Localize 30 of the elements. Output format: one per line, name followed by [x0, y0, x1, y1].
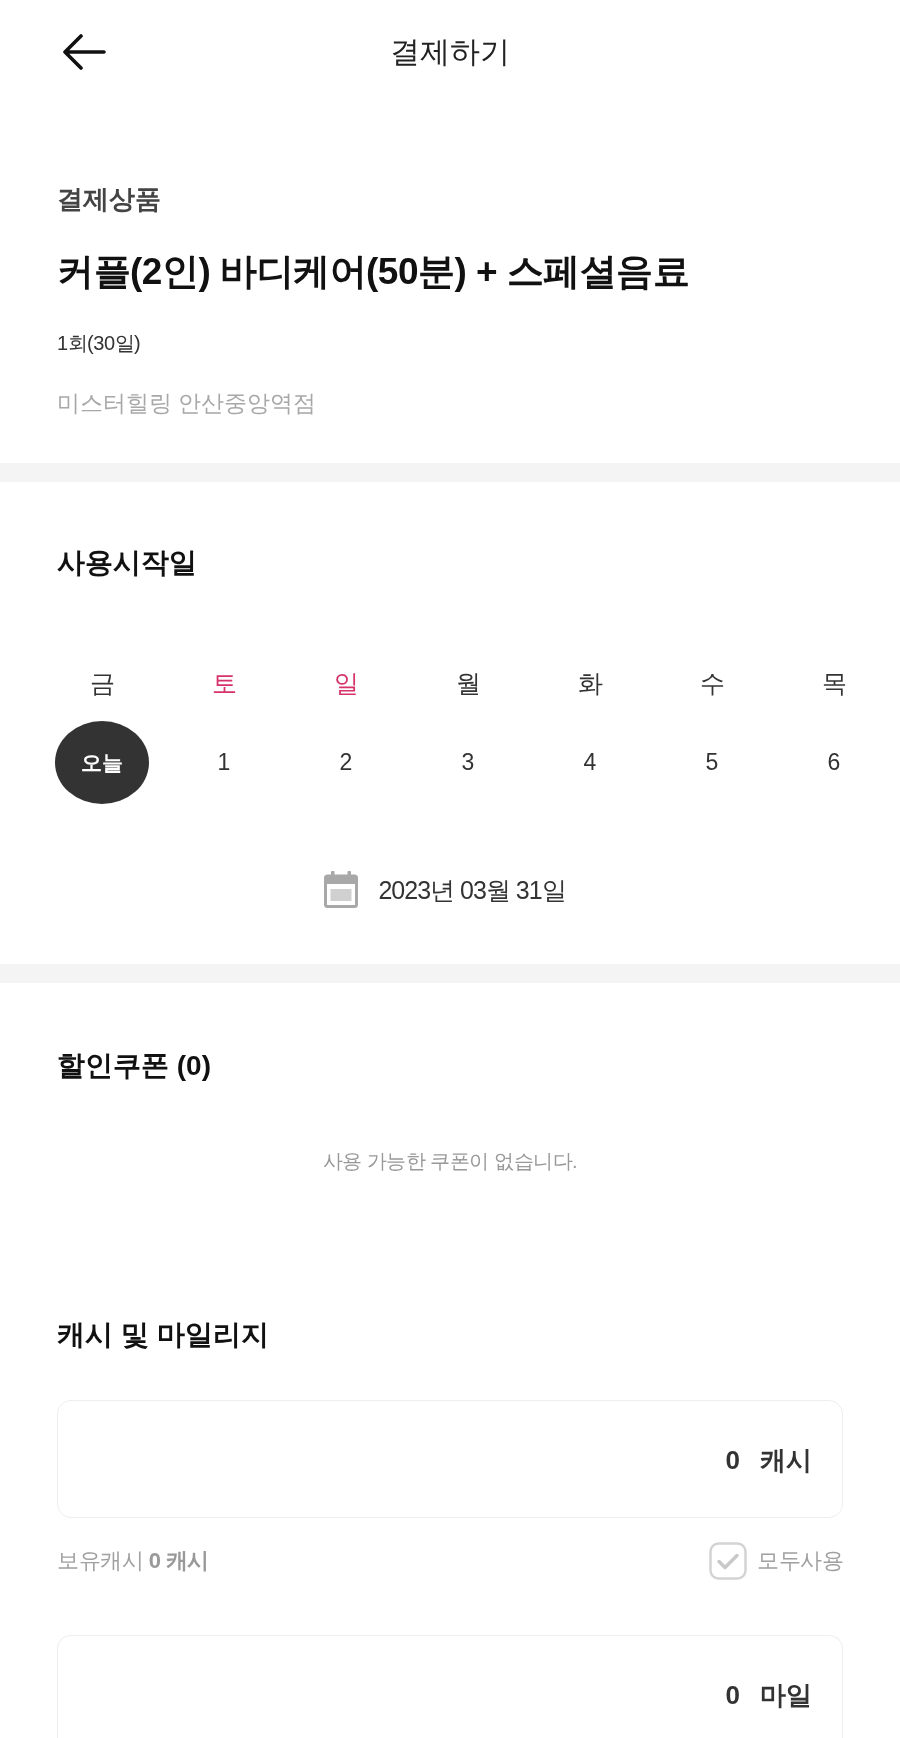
selected-date: 2023년 03월 31일 — [378, 874, 566, 906]
weekday-label: 일 — [333, 668, 359, 699]
store-name: 미스터힐링 안산중앙역점 — [57, 389, 317, 418]
empty-message: 사용 가능한 쿠폰이 없습니다. — [322, 1149, 578, 1174]
section-title: 캐시 및 마일리지 — [57, 1318, 269, 1352]
date-option[interactable]: 2 — [299, 721, 393, 804]
product-name: 커플(2인) 바디케어(50분) + 스페셜음료 — [57, 250, 690, 294]
weekday-label: 금 — [89, 668, 115, 699]
section-title: 할인쿠폰 (0) — [57, 1049, 211, 1083]
calendar-icon[interactable] — [324, 871, 359, 908]
weekday-label: 수 — [699, 668, 725, 699]
use-all-checkbox[interactable] — [709, 1542, 747, 1580]
back-arrow-icon[interactable] — [62, 34, 106, 70]
date-option[interactable]: 오늘 — [55, 721, 149, 804]
section-title: 사용시작일 — [57, 546, 197, 580]
balance-text: 보유캐시 0 캐시 — [57, 1547, 209, 1575]
section-label: 결제상품 — [57, 183, 161, 216]
date-option[interactable]: 5 — [665, 721, 759, 804]
weekday-label: 월 — [455, 668, 481, 699]
amount-field[interactable]: 0 캐시 — [57, 1400, 843, 1518]
date-option[interactable]: 4 — [543, 721, 637, 804]
date-option[interactable]: 1 — [177, 721, 271, 804]
weekday-label: 목 — [821, 668, 847, 699]
weekday-label: 토 — [211, 668, 237, 699]
amount-field[interactable]: 0 마일 — [57, 1635, 843, 1738]
usage-period: 1회(30일) — [57, 331, 141, 356]
date-option[interactable]: 6 — [787, 721, 881, 804]
date-option[interactable]: 3 — [421, 721, 515, 804]
page-title: 결제하기 — [390, 34, 510, 70]
weekday-label: 화 — [577, 668, 603, 699]
